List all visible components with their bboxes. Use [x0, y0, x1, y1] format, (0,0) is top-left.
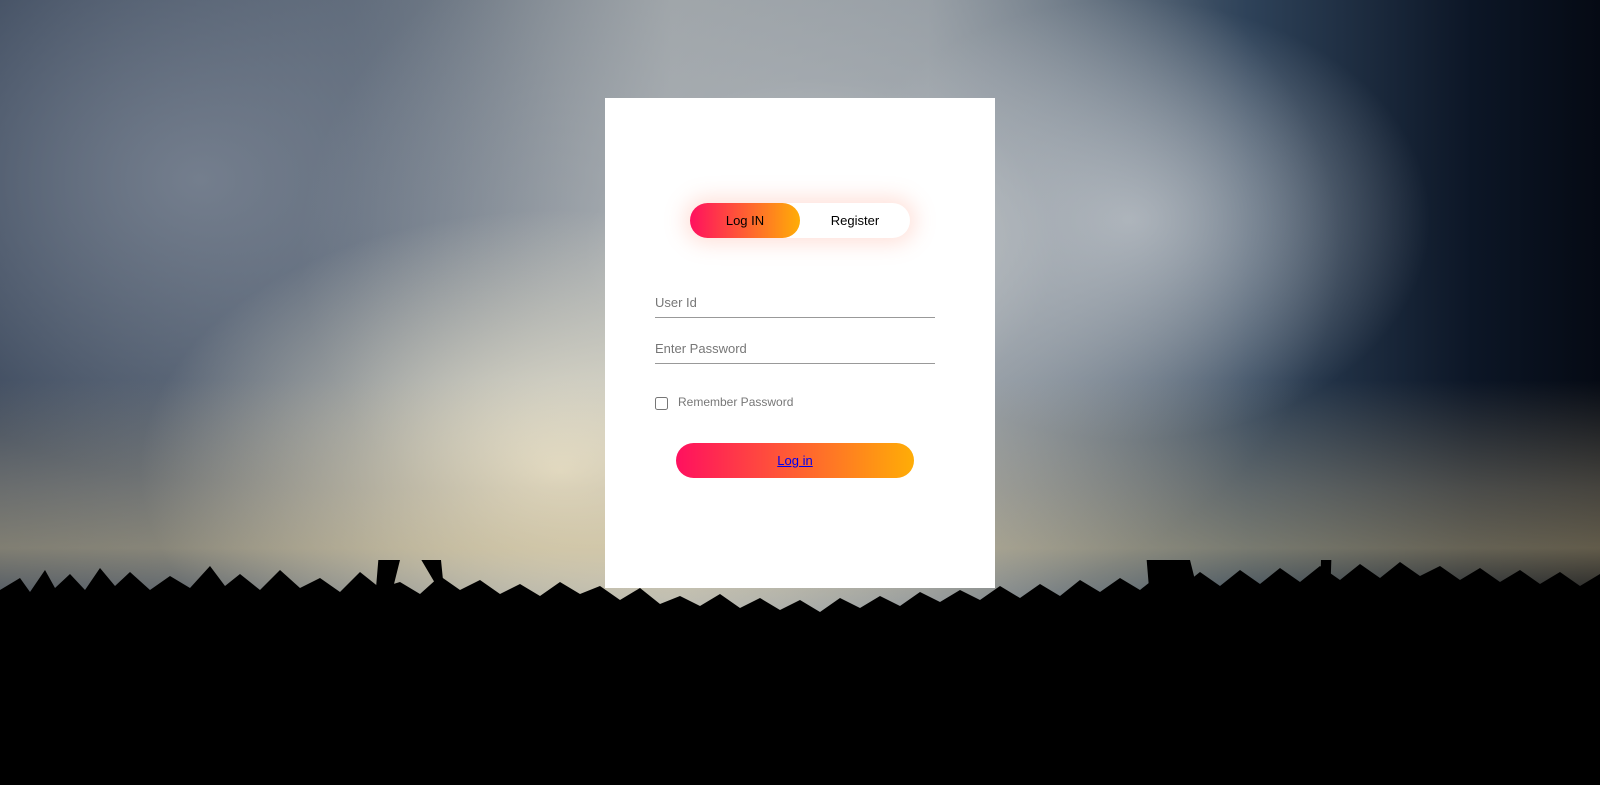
register-tab[interactable]: Register	[800, 203, 910, 238]
remember-password-checkbox[interactable]	[655, 397, 668, 410]
password-input[interactable]	[655, 334, 935, 364]
silhouette-children	[0, 560, 1600, 785]
login-card: Log IN Register Remember Password Log in	[605, 98, 995, 588]
remember-password-row[interactable]: Remember Password	[655, 394, 793, 410]
remember-password-label: Remember Password	[678, 395, 794, 409]
auth-toggle: Log IN Register	[690, 203, 910, 238]
login-submit-button[interactable]: Log in	[676, 443, 914, 478]
user-id-input[interactable]	[655, 288, 935, 318]
login-tab[interactable]: Log IN	[690, 203, 800, 238]
login-submit-link[interactable]: Log in	[777, 453, 812, 468]
